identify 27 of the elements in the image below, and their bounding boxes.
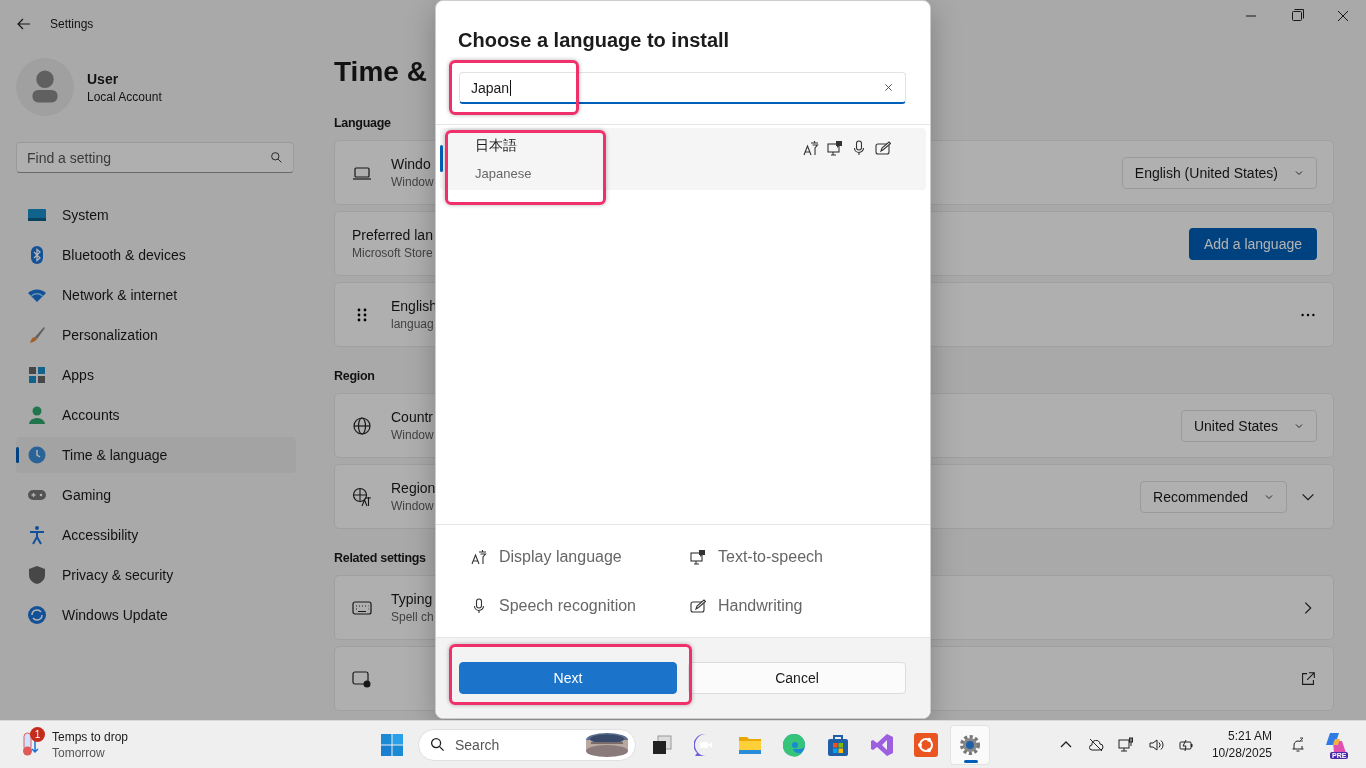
card-subtitle: Microsoft Store [352, 246, 433, 260]
feature-label: Text-to-speech [718, 547, 823, 566]
page-title: Time & [334, 56, 427, 89]
feature-label: Handwriting [718, 596, 803, 615]
card-subtitle: Window [391, 499, 435, 513]
card-subtitle: Window [391, 428, 434, 442]
weather-subtitle: Tomorrow [52, 745, 106, 760]
card-title: Region [391, 480, 436, 496]
notification-count: 1 [30, 726, 45, 742]
card-subtitle: Spell ch [391, 610, 434, 624]
card-subtitle: languag [391, 317, 435, 331]
user-name: User [87, 70, 120, 87]
feature-label: Display language [499, 547, 622, 566]
account-type: Local Account [87, 89, 162, 104]
dialog-title: Choose a language to install [457, 28, 731, 52]
card-title: English [391, 298, 437, 314]
feature-label: Speech recognition [499, 596, 636, 615]
section-heading: Region [334, 369, 375, 383]
card-title: Countr [391, 409, 434, 425]
section-heading: Language [334, 116, 391, 130]
card-title: Windo [391, 156, 432, 172]
window-title: Settings [50, 17, 94, 31]
card-title: Typing [391, 591, 434, 607]
weather-title: Temps to drop [52, 729, 129, 744]
card-title: Preferred lan [352, 227, 433, 243]
card-subtitle: Window [391, 175, 434, 189]
section-heading: Related settings [334, 551, 426, 565]
